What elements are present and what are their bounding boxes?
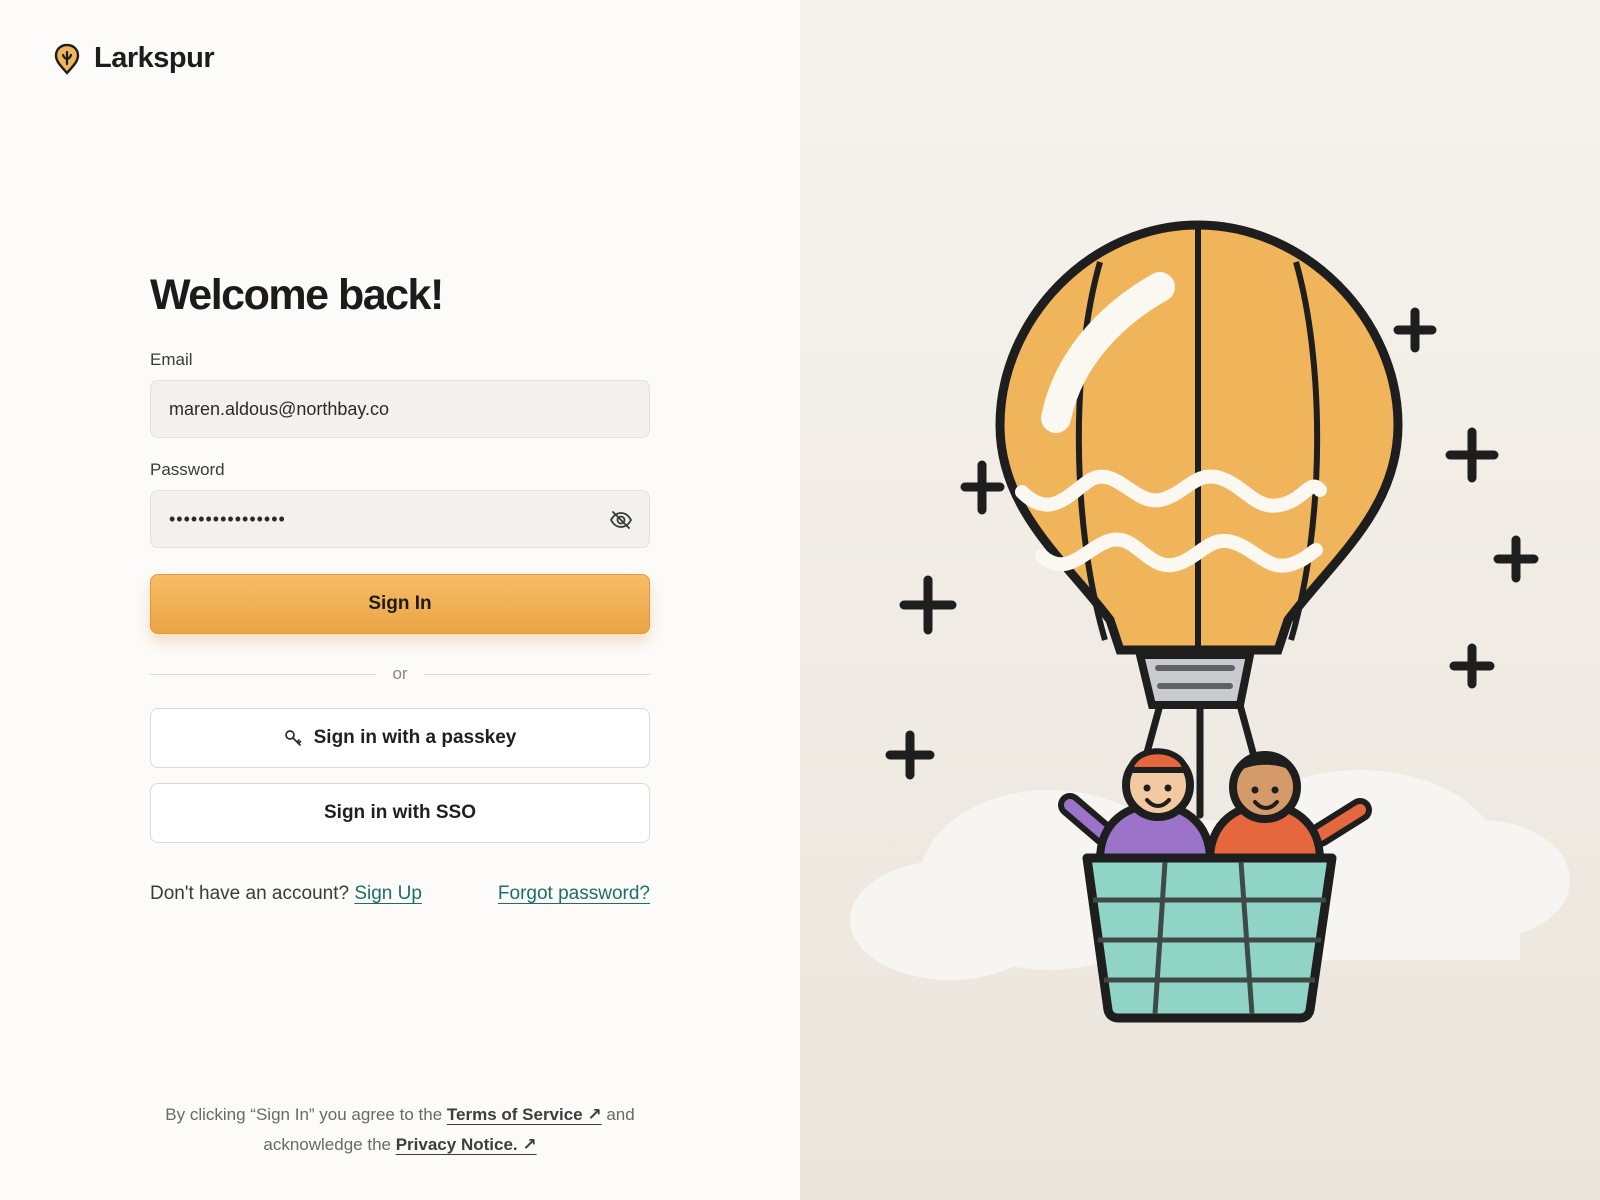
password-field-container: •••••••••••••••• [150,490,650,548]
illustration-panel [800,0,1600,1200]
account-links: Don't have an account? Sign Up Forgot pa… [150,883,650,905]
divider-line [150,673,377,675]
sign-in-button[interactable]: Sign In [150,574,650,634]
divider-text: or [392,664,408,683]
legal-notice: By clicking “Sign In” you agree to the T… [120,1100,680,1160]
passkey-button[interactable]: Sign in with a passkey [150,708,650,768]
legal-acknowledge: acknowledge the [263,1135,391,1154]
legal-middle: and [606,1105,635,1124]
privacy-link[interactable]: Privacy Notice. ↗ [396,1135,537,1154]
brand-name: Larkspur [94,42,215,74]
eye-off-icon[interactable] [609,508,633,532]
email-field[interactable] [169,398,631,420]
balloon-pin-icon [54,43,80,75]
sign-in-panel: Larkspur Welcome back! Email Password ••… [0,0,800,1200]
sign-up-link[interactable]: Sign Up [354,883,422,904]
divider-line [423,673,650,675]
sso-button[interactable]: Sign in with SSO [150,783,650,843]
terms-link[interactable]: Terms of Service ↗ [447,1105,602,1124]
sign-up-prompt: Don't have an account? Sign Up [150,883,422,905]
brand[interactable]: Larkspur [54,42,215,75]
key-icon [284,730,301,746]
page-title: Welcome back! [150,271,444,319]
passkey-button-label: Sign in with a passkey [313,727,517,748]
sso-button-label: Sign in with SSO [324,802,476,823]
or-divider: or [150,664,650,684]
forgot-password-link[interactable]: Forgot password? [498,883,650,905]
legal-prefix: By clicking “Sign In” you agree to the [165,1105,443,1124]
no-account-text: Don't have an account? [150,883,350,904]
email-field-container [150,380,650,438]
email-label: Email [150,350,193,369]
sign-in-form: Welcome back! Email Password •••••••••••… [150,270,650,905]
password-field[interactable]: •••••••••••••••• [169,509,286,530]
password-label: Password [150,460,225,479]
hot-air-balloon-illustration [850,220,1570,1023]
